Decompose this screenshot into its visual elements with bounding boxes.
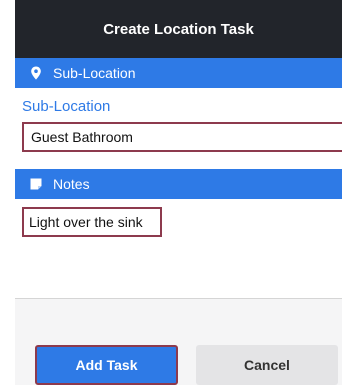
page-header: Create Location Task	[15, 0, 342, 58]
map-pin-icon	[29, 66, 43, 80]
notes-section-title: Notes	[53, 176, 90, 192]
add-task-button[interactable]: Add Task	[35, 345, 178, 385]
cancel-button[interactable]: Cancel	[196, 345, 338, 385]
sublocation-input-value: Guest Bathroom	[31, 129, 133, 145]
notes-section-header: Notes	[15, 169, 342, 199]
add-task-button-label: Add Task	[75, 357, 138, 373]
note-icon	[29, 177, 43, 191]
page-title: Create Location Task	[103, 20, 254, 38]
notes-input[interactable]: Light over the sink	[22, 207, 162, 237]
notes-input-value: Light over the sink	[29, 214, 143, 230]
sublocation-input[interactable]: Guest Bathroom	[22, 122, 342, 152]
sublocation-section-header: Sub-Location	[15, 58, 342, 88]
cancel-button-label: Cancel	[244, 357, 290, 373]
sublocation-field-label: Sub-Location	[22, 98, 111, 115]
left-margin	[0, 0, 15, 385]
footer-divider	[15, 298, 342, 299]
sublocation-section-title: Sub-Location	[53, 65, 136, 81]
